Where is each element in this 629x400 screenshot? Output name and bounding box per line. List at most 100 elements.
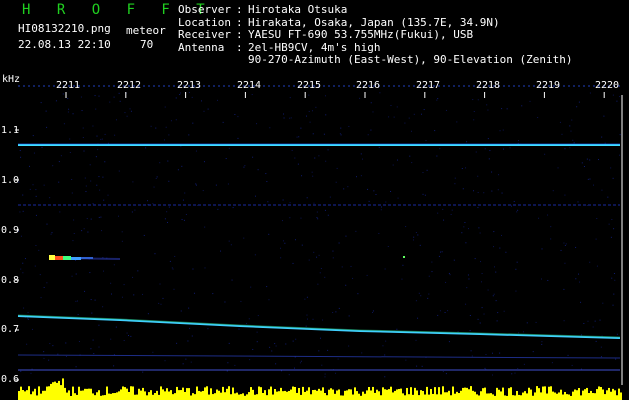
power-bar bbox=[280, 387, 282, 400]
noise-speck bbox=[128, 335, 130, 337]
noise-speck bbox=[191, 335, 193, 337]
noise-speck bbox=[484, 367, 486, 369]
noise-speck bbox=[306, 115, 308, 117]
noise-speck bbox=[439, 310, 441, 312]
power-bar bbox=[102, 395, 104, 400]
noise-speck bbox=[109, 101, 111, 103]
noise-speck bbox=[448, 341, 450, 343]
noise-speck bbox=[57, 353, 59, 355]
noise-speck bbox=[164, 218, 166, 220]
power-bar bbox=[446, 392, 448, 400]
noise-speck bbox=[469, 330, 471, 332]
time-tick-label: 2215 bbox=[297, 80, 322, 91]
noise-speck bbox=[142, 371, 144, 373]
noise-speck bbox=[226, 370, 228, 372]
noise-speck bbox=[385, 340, 387, 342]
noise-speck bbox=[58, 161, 60, 163]
power-bar bbox=[212, 394, 214, 400]
noise-speck bbox=[159, 162, 161, 164]
noise-speck bbox=[503, 310, 505, 312]
noise-speck bbox=[132, 276, 134, 278]
power-bar bbox=[528, 387, 530, 400]
power-bar bbox=[342, 395, 344, 400]
power-bar bbox=[206, 386, 208, 400]
power-bar bbox=[276, 391, 278, 400]
noise-speck bbox=[404, 122, 406, 124]
noise-speck bbox=[506, 108, 508, 110]
power-bar bbox=[34, 388, 36, 400]
noise-speck bbox=[188, 134, 190, 136]
noise-speck bbox=[275, 363, 277, 365]
tick-marks bbox=[15, 92, 605, 381]
noise-speck bbox=[228, 240, 230, 242]
noise-speck bbox=[256, 341, 258, 343]
power-bar bbox=[460, 390, 462, 400]
power-bar bbox=[534, 392, 536, 400]
noise-speck bbox=[133, 294, 135, 296]
power-bar bbox=[532, 395, 534, 400]
noise-speck bbox=[249, 359, 251, 361]
noise-speck bbox=[152, 203, 154, 205]
power-bar bbox=[382, 387, 384, 400]
noise-speck bbox=[77, 314, 79, 316]
noise-speck bbox=[72, 113, 74, 115]
noise-speck bbox=[203, 161, 205, 163]
power-bar bbox=[324, 392, 326, 400]
noise-speck bbox=[361, 352, 363, 354]
noise-speck bbox=[493, 231, 495, 233]
noise-speck bbox=[448, 272, 450, 274]
noise-speck bbox=[312, 133, 314, 135]
noise-speck bbox=[418, 292, 420, 294]
noise-speck bbox=[19, 211, 21, 213]
noise-speck bbox=[283, 117, 285, 119]
noise-speck bbox=[324, 373, 326, 375]
noise-speck bbox=[437, 212, 439, 214]
power-bar bbox=[522, 392, 524, 400]
noise-speck bbox=[96, 184, 98, 186]
power-bar bbox=[620, 392, 622, 400]
noise-speck bbox=[73, 233, 75, 235]
noise-speck bbox=[426, 169, 428, 171]
power-bar bbox=[552, 391, 554, 400]
noise-speck bbox=[390, 190, 392, 192]
noise-speck bbox=[98, 216, 100, 218]
noise-speck bbox=[101, 138, 103, 140]
noise-speck bbox=[243, 237, 245, 239]
noise-speck bbox=[324, 209, 326, 211]
power-bar bbox=[128, 391, 130, 400]
noise-speck bbox=[607, 196, 609, 198]
power-bar bbox=[78, 386, 80, 400]
noise-speck bbox=[487, 138, 489, 140]
power-bar bbox=[470, 386, 472, 400]
noise-speck bbox=[498, 174, 500, 176]
noise-speck bbox=[174, 255, 176, 257]
power-bar bbox=[558, 392, 560, 400]
power-bar bbox=[594, 393, 596, 400]
noise-speck bbox=[196, 204, 198, 206]
power-bar bbox=[38, 386, 40, 400]
power-bar bbox=[340, 395, 342, 400]
noise-speck bbox=[168, 180, 170, 182]
power-bar bbox=[392, 392, 394, 400]
noise-speck bbox=[177, 169, 179, 171]
noise-speck bbox=[578, 273, 580, 275]
power-bar bbox=[270, 386, 272, 400]
noise-speck bbox=[564, 244, 566, 246]
noise-speck bbox=[306, 197, 308, 199]
noise-speck bbox=[481, 273, 483, 275]
power-bar bbox=[130, 386, 132, 400]
power-bar bbox=[238, 394, 240, 400]
noise-speck bbox=[228, 147, 230, 149]
noise-speck bbox=[453, 259, 455, 261]
noise-speck bbox=[294, 239, 296, 241]
noise-speck bbox=[362, 158, 364, 160]
power-bar bbox=[28, 386, 30, 400]
power-bar bbox=[208, 394, 210, 400]
noise-speck bbox=[593, 184, 595, 186]
power-bar bbox=[152, 394, 154, 400]
noise-speck bbox=[67, 97, 69, 99]
power-bar bbox=[516, 390, 518, 400]
noise-speck bbox=[478, 227, 480, 229]
power-bar bbox=[572, 391, 574, 400]
noise-speck bbox=[89, 272, 91, 274]
